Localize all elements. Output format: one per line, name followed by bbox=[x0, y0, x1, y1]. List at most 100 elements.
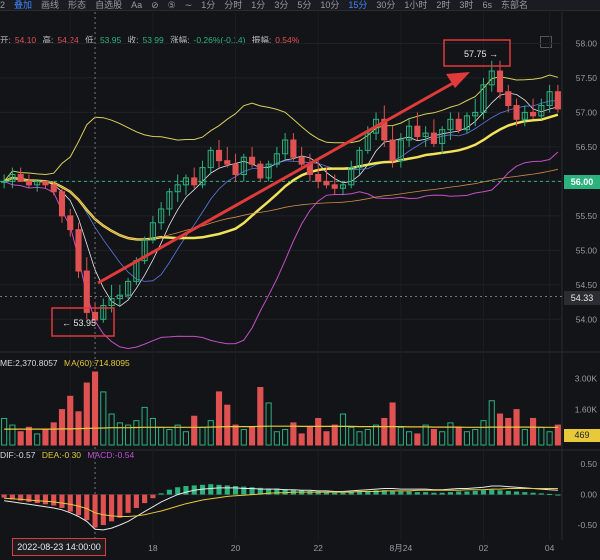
candle-body bbox=[323, 180, 330, 186]
volume-bar bbox=[538, 426, 545, 446]
volume-bar bbox=[447, 422, 454, 446]
volume-bar bbox=[257, 386, 264, 446]
macd-bar bbox=[1, 494, 7, 498]
candle-body bbox=[298, 156, 305, 165]
volume-bar bbox=[100, 391, 107, 446]
volume-bar bbox=[58, 409, 66, 446]
x-tick-label: 20 bbox=[231, 543, 241, 553]
candle-body bbox=[67, 215, 74, 231]
macd-bar bbox=[216, 484, 222, 495]
macd-bar bbox=[497, 490, 503, 495]
volume-bar bbox=[306, 426, 313, 446]
candle-body bbox=[50, 184, 57, 193]
candle-body bbox=[389, 139, 396, 162]
price-tick-label: 55.50 bbox=[576, 211, 598, 221]
volume-ma-tag: 469 bbox=[564, 429, 600, 442]
candle-body bbox=[430, 132, 437, 144]
volume-bar bbox=[34, 433, 41, 446]
macd-bar bbox=[75, 494, 82, 516]
volume-bar bbox=[364, 429, 371, 446]
macd-bar bbox=[100, 494, 106, 526]
candle-body bbox=[505, 91, 512, 107]
volume-bar bbox=[273, 431, 280, 446]
volume-bar bbox=[315, 417, 322, 446]
macd-bar bbox=[456, 491, 462, 495]
volume-bar bbox=[158, 426, 165, 446]
x-tick-label: 02 bbox=[479, 543, 489, 553]
high-price-label: 57.75 → bbox=[464, 49, 498, 59]
volume-bar bbox=[298, 433, 305, 446]
volume-bar bbox=[174, 424, 181, 446]
volume-bar bbox=[232, 424, 239, 446]
macd-bar bbox=[522, 492, 528, 495]
volume-bar bbox=[282, 429, 289, 446]
volume-bar bbox=[249, 426, 256, 446]
candle-body bbox=[414, 125, 421, 138]
volume-bars bbox=[1, 371, 561, 446]
price-tick-label: 55.00 bbox=[576, 245, 598, 255]
macd-bar bbox=[84, 494, 90, 521]
macd-tick-label: 0.00 bbox=[580, 490, 597, 500]
candle-body bbox=[75, 229, 82, 272]
price-tick-label: 54.50 bbox=[576, 280, 598, 290]
bollinger-upper-line bbox=[3, 74, 559, 182]
candle-body bbox=[249, 156, 256, 165]
candle-body bbox=[257, 163, 264, 179]
volume-bar bbox=[91, 371, 99, 446]
candle-body bbox=[215, 149, 223, 162]
macd-bar bbox=[505, 490, 511, 495]
macd-bar bbox=[447, 492, 453, 495]
macd-bar bbox=[340, 492, 346, 495]
macd-bar bbox=[67, 494, 73, 512]
macd-bar bbox=[307, 490, 313, 495]
volume-bar bbox=[199, 426, 206, 446]
macd-bar bbox=[125, 494, 131, 513]
volume-bar bbox=[108, 413, 115, 446]
macd-bar bbox=[109, 494, 115, 522]
volume-bar bbox=[381, 417, 388, 446]
volume-bar bbox=[521, 429, 528, 446]
volume-bar bbox=[25, 426, 32, 446]
volume-bar bbox=[372, 424, 380, 446]
volume-bar bbox=[265, 402, 272, 446]
volume-bar bbox=[356, 431, 363, 446]
macd-bar bbox=[390, 490, 396, 495]
macd-tick-label: -0.50 bbox=[578, 520, 598, 530]
candle-body bbox=[290, 139, 297, 158]
x-tick-label: 18 bbox=[148, 543, 158, 553]
volume-bar bbox=[455, 426, 462, 446]
macd-bar bbox=[555, 494, 561, 496]
candle-body bbox=[455, 118, 462, 131]
low-price-label: ← 53.95 bbox=[62, 318, 96, 328]
candle-body bbox=[83, 270, 90, 313]
stock-chart[interactable]: 54.00 54.50 55.00 55.50 56.00 56.50 57.00 57.50… bbox=[0, 0, 600, 560]
macd-bar bbox=[431, 492, 437, 495]
macd-bar bbox=[59, 494, 65, 508]
macd-bars bbox=[1, 484, 561, 531]
volume-bar bbox=[414, 433, 421, 446]
macd-bar bbox=[92, 494, 98, 528]
volume-bar bbox=[339, 413, 347, 446]
macd-bar bbox=[175, 487, 181, 495]
macd-bar bbox=[530, 492, 536, 495]
macd-bar bbox=[480, 490, 487, 495]
cursor-date-box: 2022-08-23 14:00:00 bbox=[12, 538, 106, 556]
ma20-line bbox=[3, 113, 559, 241]
volume-bar bbox=[240, 429, 247, 446]
volume-bar bbox=[1, 417, 8, 446]
macd-bar bbox=[538, 493, 544, 495]
volume-bar bbox=[348, 426, 355, 446]
candle-body bbox=[530, 111, 537, 117]
x-tick-label: 22 bbox=[313, 543, 323, 553]
volume-bar bbox=[50, 422, 57, 446]
volume-bar bbox=[323, 431, 330, 446]
macd-bar bbox=[150, 494, 156, 499]
candle-body bbox=[25, 180, 32, 186]
candle-body bbox=[191, 177, 198, 186]
macd-bar bbox=[51, 494, 57, 506]
volume-bar bbox=[422, 424, 429, 446]
volume-bar bbox=[430, 429, 437, 446]
candle-body bbox=[42, 180, 49, 186]
macd-bar bbox=[472, 490, 478, 495]
volume-bar bbox=[472, 429, 479, 446]
